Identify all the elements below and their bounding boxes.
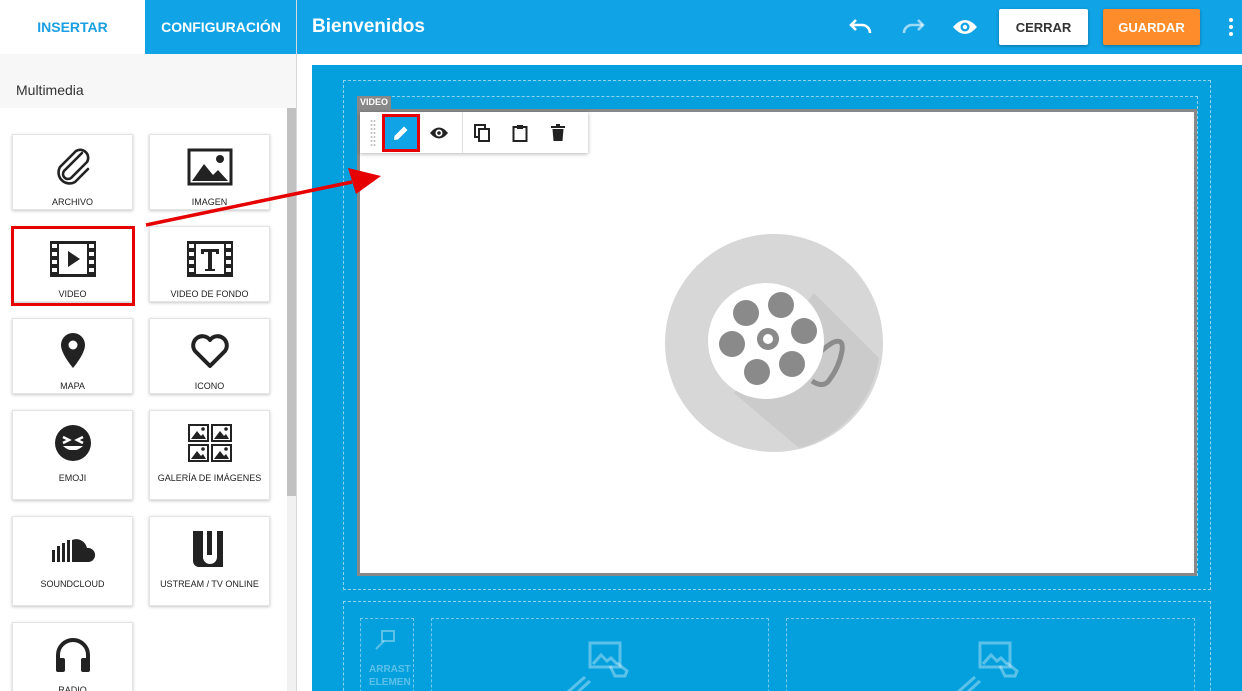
widget-label: GALERÍA DE IMÁGENES — [157, 473, 262, 483]
widget-ustream[interactable]: USTREAM / TV ONLINE — [149, 516, 270, 606]
widget-imagen[interactable]: IMAGEN — [149, 134, 270, 210]
section-title: Multimedia — [16, 82, 84, 98]
drop-hint-text: ARRAST ELEMEN — [369, 664, 411, 688]
video-element[interactable] — [357, 109, 1197, 576]
eye-icon — [430, 127, 448, 138]
undo-icon[interactable] — [847, 14, 875, 40]
drag-image-icon — [956, 641, 1019, 691]
film-reel-icon — [665, 234, 883, 452]
drag-element-icon — [375, 630, 395, 650]
widget-label: VIDEO DE FONDO — [170, 289, 249, 299]
widget-label: MAPA — [60, 381, 85, 391]
paste-button[interactable] — [501, 112, 539, 153]
page-title: Bienvenidos — [312, 16, 425, 37]
headphones-icon — [53, 635, 93, 675]
tab-config[interactable]: CONFIGURACIÓN — [145, 0, 296, 54]
heart-icon — [189, 331, 231, 371]
widget-galeria[interactable]: GALERÍA DE IMÁGENES — [149, 410, 270, 500]
widget-label: USTREAM / TV ONLINE — [160, 579, 259, 589]
widget-label: EMOJI — [58, 473, 87, 483]
preview-element-button[interactable] — [420, 112, 458, 153]
sidebar: INSERTAR CONFIGURACIÓN Multimedia ARCHIV… — [0, 0, 297, 691]
drag-handle-icon[interactable] — [366, 118, 380, 148]
widget-label: ICONO — [194, 381, 225, 391]
more-menu-icon[interactable] — [1225, 14, 1237, 40]
pencil-icon — [394, 126, 408, 140]
video-placeholder — [360, 112, 1194, 573]
widget-label: IMAGEN — [191, 197, 228, 207]
image-icon — [187, 147, 233, 187]
widget-icono[interactable]: ICONO — [149, 318, 270, 394]
delete-button[interactable] — [539, 112, 577, 153]
map-pin-icon — [58, 331, 88, 371]
scrollbar-thumb[interactable] — [287, 108, 296, 496]
drop-column[interactable] — [431, 618, 769, 691]
widget-mapa[interactable]: MAPA — [12, 318, 133, 394]
widget-archivo[interactable]: ARCHIVO — [12, 134, 133, 210]
drop-column[interactable] — [786, 618, 1195, 691]
element-toolbar — [360, 112, 588, 153]
soundcloud-icon — [50, 529, 96, 569]
save-button[interactable]: GUARDAR — [1103, 9, 1200, 45]
widget-label: SOUNDCLOUD — [40, 579, 105, 589]
element-type-tag: VIDEO — [357, 96, 392, 109]
emoji-icon — [53, 423, 93, 463]
trash-icon — [551, 123, 565, 141]
widget-label: RADIO — [58, 685, 87, 691]
close-button[interactable]: CERRAR — [999, 9, 1088, 45]
editor-canvas: VIDEO ARRAST ELEMEN — [297, 54, 1242, 691]
sidebar-tabs: INSERTAR CONFIGURACIÓN — [0, 0, 296, 54]
widget-soundcloud[interactable]: SOUNDCLOUD — [12, 516, 133, 606]
preview-eye-icon[interactable] — [951, 14, 979, 40]
video-background-icon — [186, 239, 234, 279]
widget-emoji[interactable]: EMOJI — [12, 410, 133, 500]
gallery-icon — [187, 423, 233, 463]
drag-image-icon — [566, 641, 629, 691]
widget-label: ARCHIVO — [51, 197, 93, 207]
highlight-box — [11, 226, 135, 306]
canvas-section[interactable]: VIDEO ARRAST ELEMEN — [312, 65, 1242, 691]
copy-icon — [474, 123, 490, 142]
ustream-icon — [190, 529, 230, 569]
widget-radio[interactable]: RADIO — [12, 622, 133, 691]
clipboard-icon — [512, 124, 528, 142]
drop-column[interactable]: ARRAST ELEMEN — [360, 618, 414, 691]
tab-insert[interactable]: INSERTAR — [0, 0, 145, 54]
edit-button[interactable] — [382, 113, 420, 152]
paperclip-icon — [52, 147, 94, 187]
duplicate-button[interactable] — [463, 112, 501, 153]
widget-video-fondo[interactable]: VIDEO DE FONDO — [149, 226, 270, 302]
redo-icon[interactable] — [899, 14, 927, 40]
row-container: ARRAST ELEMEN — [343, 601, 1211, 691]
top-bar: Bienvenidos CERRAR GUARDAR — [297, 0, 1242, 54]
